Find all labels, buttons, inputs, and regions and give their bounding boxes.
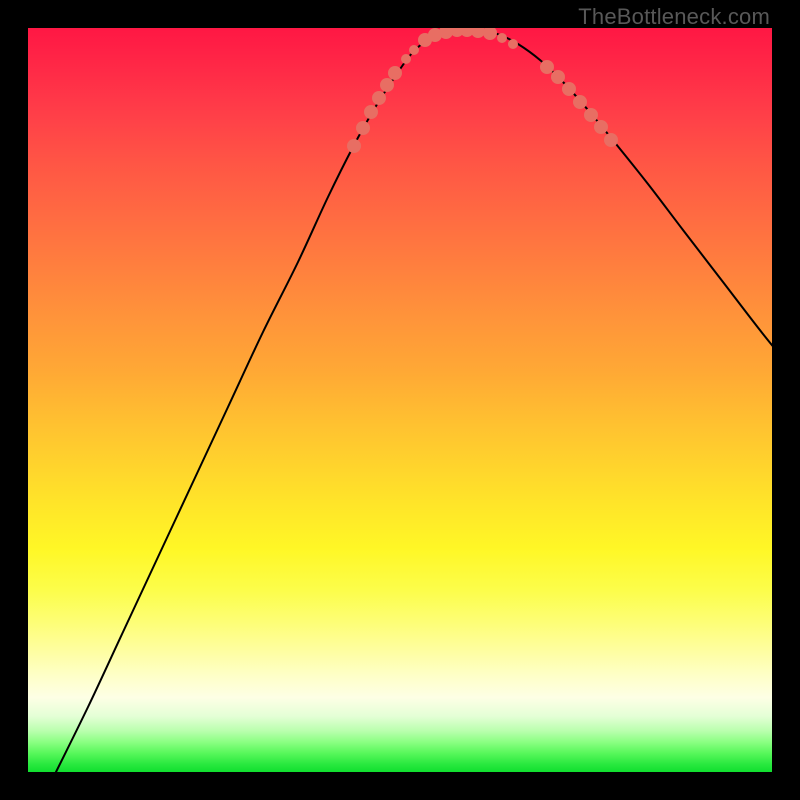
highlight-marker xyxy=(551,70,565,84)
highlight-marker xyxy=(471,28,485,38)
highlight-marker xyxy=(347,139,361,153)
highlight-marker xyxy=(401,54,411,64)
chart-svg xyxy=(28,28,772,772)
highlight-marker xyxy=(388,66,402,80)
highlight-marker xyxy=(594,120,608,134)
highlight-marker xyxy=(497,33,507,43)
highlight-marker xyxy=(372,91,386,105)
watermark-text: TheBottleneck.com xyxy=(578,4,770,30)
highlight-marker xyxy=(356,121,370,135)
highlight-markers xyxy=(347,28,618,153)
highlight-marker xyxy=(562,82,576,96)
bottleneck-curve xyxy=(56,30,772,772)
highlight-marker xyxy=(540,60,554,74)
highlight-marker xyxy=(409,45,419,55)
highlight-marker xyxy=(604,133,618,147)
highlight-marker xyxy=(508,39,518,49)
plot-area xyxy=(28,28,772,772)
highlight-marker xyxy=(364,105,378,119)
highlight-marker xyxy=(584,108,598,122)
highlight-marker xyxy=(483,28,497,40)
highlight-marker xyxy=(573,95,587,109)
chart-frame: TheBottleneck.com xyxy=(0,0,800,800)
highlight-marker xyxy=(380,78,394,92)
